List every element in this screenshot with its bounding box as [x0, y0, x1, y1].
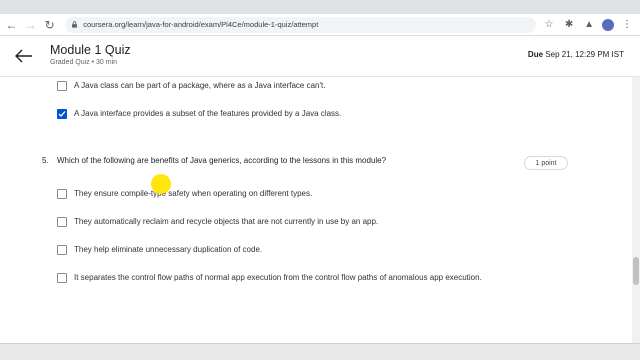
back-arrow-icon[interactable] [15, 49, 33, 63]
answer-option[interactable]: A Java class can be part of a package, w… [57, 80, 494, 92]
due-label: Due [527, 50, 544, 59]
answer-option[interactable]: They help eliminate unnecessary duplicat… [57, 244, 494, 256]
checkbox[interactable] [57, 273, 67, 283]
option-label: A Java interface provides a subset of th… [74, 109, 342, 118]
reload-icon[interactable]: ↻ [42, 17, 57, 33]
checkmark-icon [58, 111, 66, 117]
extension-icon[interactable]: ✱ [562, 18, 576, 32]
answer-option[interactable]: A Java interface provides a subset of th… [57, 108, 494, 120]
browser-toolbar: ← → ↻ coursera.org/learn/java-for-androi… [0, 14, 640, 36]
scrollbar[interactable] [632, 77, 640, 343]
option-label: They ensure compile-type safety when ope… [74, 189, 313, 198]
url-text: coursera.org/learn/java-for-android/exam… [83, 20, 319, 29]
puzzle-icon[interactable]: ▲ [582, 18, 596, 32]
star-icon[interactable]: ☆ [542, 18, 556, 32]
answer-option[interactable]: They automatically reclaim and recycle o… [57, 216, 494, 228]
page-title: Module 1 Quiz [50, 43, 131, 57]
option-label: A Java class can be part of a package, w… [74, 81, 326, 90]
checkbox[interactable] [57, 189, 67, 199]
due-value: Sep 21, 12:29 PM IST [545, 50, 624, 59]
scrollbar-thumb[interactable] [633, 257, 639, 285]
question-text: Which of the following are benefits of J… [57, 156, 387, 165]
forward-icon[interactable]: → [23, 17, 38, 33]
question-number: 5. [42, 156, 49, 165]
option-label: It separates the control flow paths of n… [74, 273, 482, 282]
back-icon[interactable]: ← [4, 17, 19, 33]
option-label: They help eliminate unnecessary duplicat… [74, 245, 263, 254]
bottom-bar [0, 343, 640, 360]
quiz-subtitle: Graded Quiz • 30 min [50, 59, 118, 66]
address-bar[interactable]: coursera.org/learn/java-for-android/exam… [65, 16, 537, 33]
checkbox[interactable] [57, 217, 67, 227]
option-label: They automatically reclaim and recycle o… [74, 217, 379, 226]
answer-option[interactable]: They ensure compile-type safety when ope… [57, 188, 494, 200]
points-badge: 1 point [524, 156, 568, 170]
menu-icon[interactable]: ⋮ [620, 18, 634, 32]
quiz-header: Module 1 Quiz Graded Quiz • 30 min Due S… [0, 37, 640, 77]
checkbox[interactable] [57, 245, 67, 255]
due-date: Due Sep 21, 12:29 PM IST [528, 50, 624, 59]
checkbox-checked[interactable] [57, 109, 67, 119]
cursor-highlight [151, 174, 171, 194]
browser-tab-strip [0, 0, 640, 14]
checkbox[interactable] [57, 81, 67, 91]
answer-option[interactable]: It separates the control flow paths of n… [57, 272, 494, 284]
avatar[interactable] [602, 18, 615, 31]
lock-icon [72, 21, 78, 28]
